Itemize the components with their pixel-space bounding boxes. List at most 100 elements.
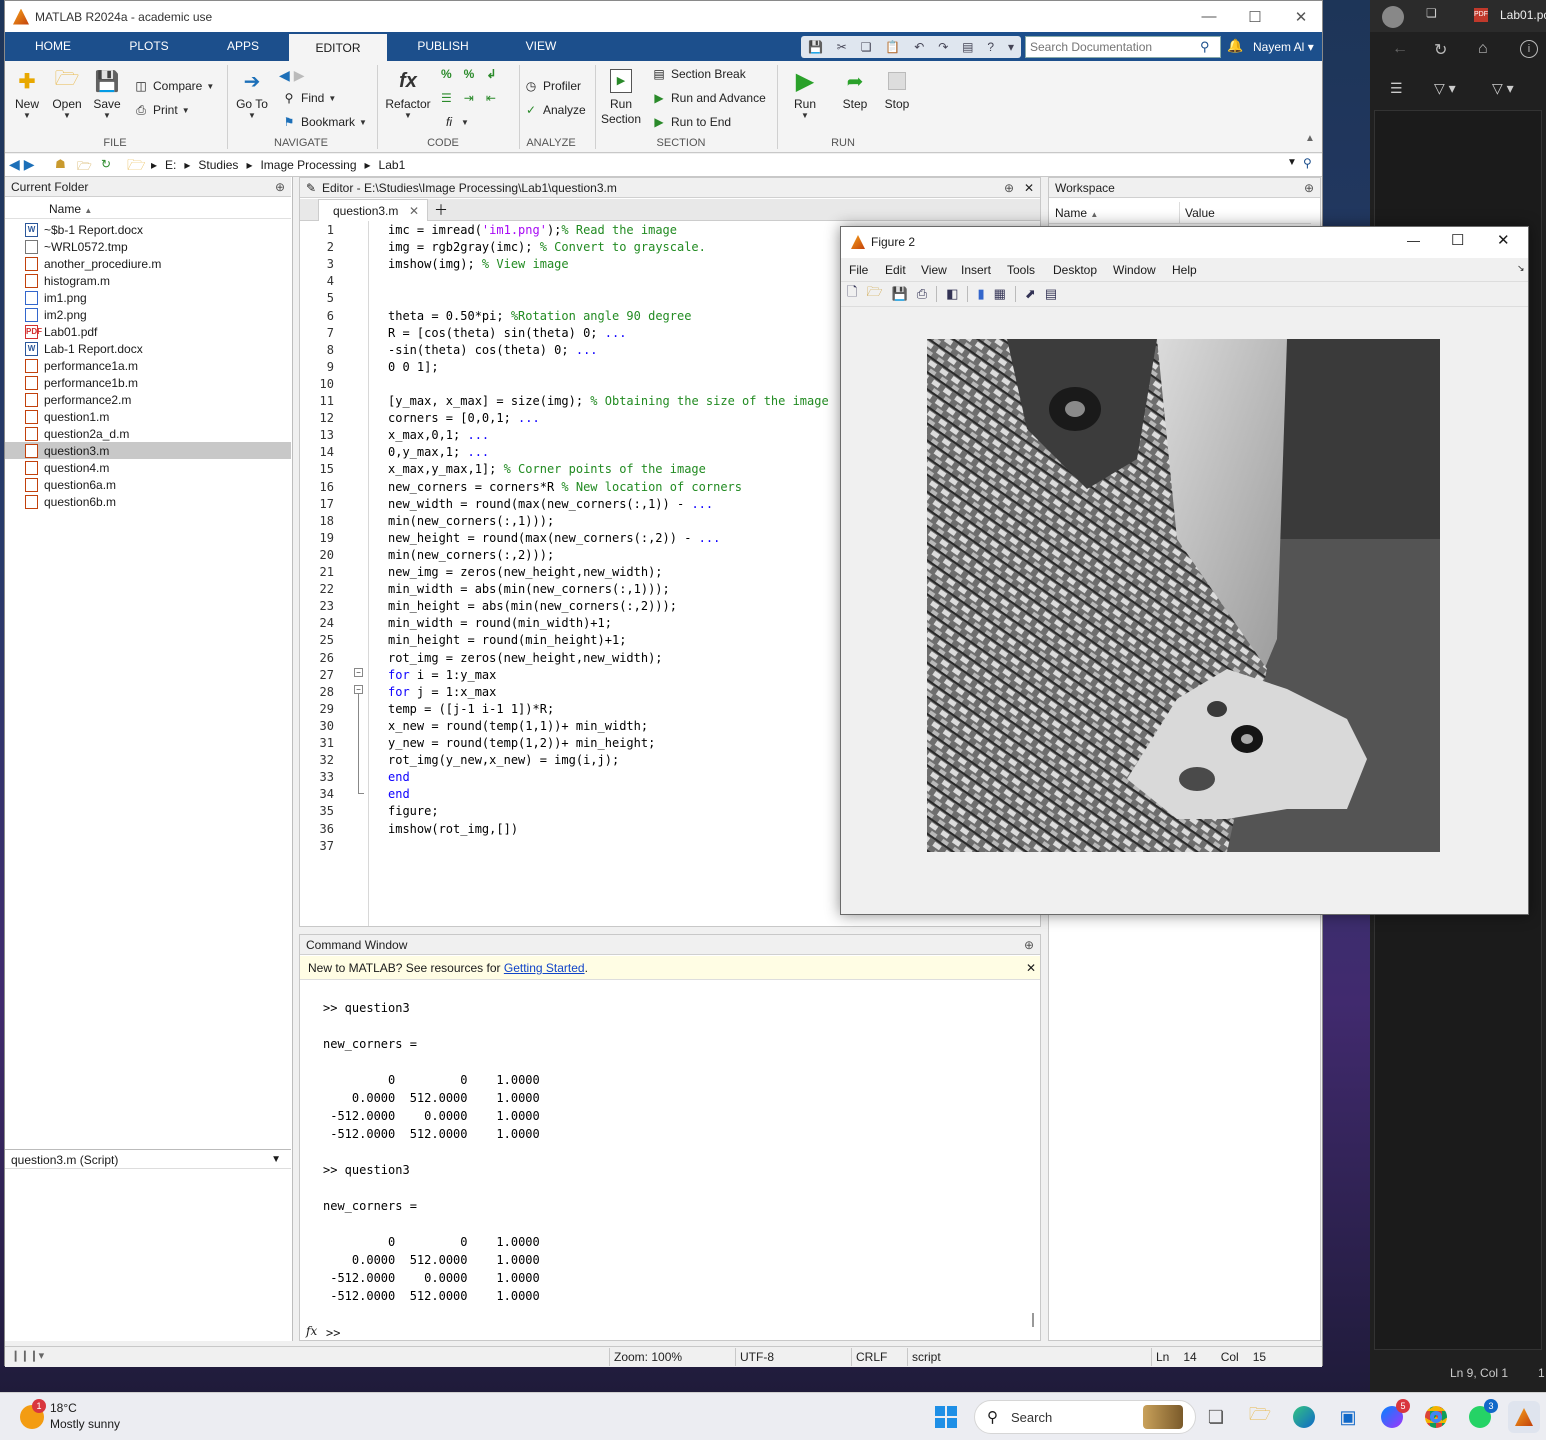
file-item[interactable]: question1.m: [5, 408, 291, 425]
crumb-lab1[interactable]: Lab1: [379, 158, 406, 172]
dock-arrow-icon[interactable]: ↘: [1517, 263, 1525, 274]
code-line[interactable]: rot_img(y_new,x_new) = img(i,j);: [388, 753, 619, 767]
file-item[interactable]: performance1a.m: [5, 357, 291, 374]
bookmark-button[interactable]: ⚑ Bookmark ▼: [281, 115, 367, 129]
file-item[interactable]: question6a.m: [5, 476, 291, 493]
tab-plots[interactable]: PLOTS: [117, 32, 181, 61]
compare-button[interactable]: ◫ Compare ▼: [133, 79, 214, 93]
taskbar-search[interactable]: ⚲ Search: [974, 1400, 1196, 1434]
home-icon[interactable]: ⌂: [1478, 40, 1488, 58]
code-line[interactable]: for i = 1:y_max: [388, 668, 496, 682]
smart-indent-icon[interactable]: ☰: [441, 91, 452, 105]
maximize-button[interactable]: ☐: [1232, 1, 1278, 32]
add-tab-icon[interactable]: ＋: [434, 200, 448, 220]
file-item[interactable]: histogram.m: [5, 272, 291, 289]
file-explorer-icon[interactable]: 🗁: [1244, 1401, 1276, 1433]
code-line[interactable]: 0 0 1];: [388, 360, 439, 374]
open-button[interactable]: 🗁 Open ▼: [47, 61, 87, 120]
menu-view[interactable]: View: [921, 263, 947, 277]
refresh-folder-icon[interactable]: ↻: [101, 157, 111, 171]
code-line[interactable]: min_height = abs(min(new_corners(:,2)));: [388, 599, 677, 613]
code-line[interactable]: min(new_corners(:,2)));: [388, 548, 554, 562]
file-item[interactable]: question6b.m: [5, 493, 291, 510]
code-line[interactable]: x_max,y_max,1]; % Corner points of the i…: [388, 462, 706, 476]
file-item[interactable]: W ~$b-1 Report.docx: [5, 221, 291, 238]
highlight-icon[interactable]: ▽ ▾: [1434, 80, 1456, 97]
search-icon[interactable]: ⚲: [1200, 39, 1210, 55]
tab-publish[interactable]: PUBLISH: [405, 32, 481, 61]
search-input[interactable]: [1030, 40, 1200, 54]
weather-widget[interactable]: 1 18°C Mostly sunny: [18, 1399, 158, 1435]
run-to-end-button[interactable]: ▶ Run to End: [651, 115, 731, 129]
collapse-ribbon-icon[interactable]: ▲: [1305, 133, 1315, 144]
code-line[interactable]: end: [388, 787, 410, 801]
code-line[interactable]: new_corners = corners*R % New location o…: [388, 480, 742, 494]
close-button[interactable]: ✕: [1278, 1, 1324, 32]
command-prompt[interactable]: >>: [326, 1326, 340, 1340]
nav-arrows[interactable]: ◀▶: [9, 156, 39, 173]
paste-icon[interactable]: 📋: [885, 40, 900, 54]
indent-icon[interactable]: ⇥: [464, 91, 474, 105]
property-editor-icon[interactable]: ▤: [1045, 286, 1057, 302]
draw-icon[interactable]: ▽ ▾: [1492, 80, 1514, 97]
print-icon[interactable]: ⎙: [917, 286, 927, 302]
code-line[interactable]: end: [388, 770, 410, 784]
file-item[interactable]: question2a_d.m: [5, 425, 291, 442]
code-line[interactable]: imshow(rot_img,[]): [388, 822, 518, 836]
save-icon[interactable]: 💾: [892, 286, 908, 302]
analyze-button[interactable]: ✓ Analyze: [523, 103, 586, 117]
cursor-icon[interactable]: ⬈: [1025, 286, 1036, 302]
colorbar-icon[interactable]: ▮: [977, 286, 984, 302]
tab-view[interactable]: VIEW: [511, 32, 571, 61]
task-view-icon[interactable]: ❏: [1200, 1401, 1232, 1433]
panel-menu-icon[interactable]: ⊕: [1304, 178, 1314, 198]
file-item[interactable]: im2.png: [5, 306, 291, 323]
menu-tools[interactable]: Tools: [1007, 263, 1035, 277]
run-and-advance-button[interactable]: ▶ Run and Advance: [651, 91, 765, 105]
panel-menu-icon[interactable]: ⊕: [1004, 178, 1014, 198]
refresh-icon[interactable]: ↻: [1434, 40, 1447, 60]
outdent-icon[interactable]: ⇤: [486, 91, 496, 105]
new-button[interactable]: ✚ New ▼: [7, 61, 47, 121]
panel-menu-icon[interactable]: ⊕: [275, 177, 285, 197]
workspace-col-name[interactable]: Name ▲: [1055, 202, 1098, 226]
refactor-button[interactable]: fx Refactor ▼: [383, 61, 433, 121]
redo-icon[interactable]: ↷: [938, 40, 948, 54]
file-item[interactable]: im1.png: [5, 289, 291, 306]
save-icon[interactable]: 💾: [808, 40, 823, 54]
contents-icon[interactable]: ☰: [1390, 80, 1403, 97]
code-line[interactable]: img = rgb2gray(imc); % Convert to graysc…: [388, 240, 706, 254]
legend-icon[interactable]: ▦: [994, 286, 1006, 302]
code-line[interactable]: min(new_corners(:,1)));: [388, 514, 554, 528]
menu-file[interactable]: File: [849, 263, 868, 277]
menu-edit[interactable]: Edit: [885, 263, 906, 277]
insert-function-button[interactable]: fi ▼: [441, 115, 469, 129]
code-tools[interactable]: %% ↲: [441, 67, 496, 81]
column-header-name[interactable]: Name ▲: [5, 199, 291, 219]
code-line[interactable]: temp = ([j-1 i-1 1])*R;: [388, 702, 554, 716]
profiler-button[interactable]: ◷ Profiler: [523, 79, 581, 93]
up-folder-icon[interactable]: ☗: [55, 157, 66, 171]
fx-icon[interactable]: fx: [306, 1324, 317, 1338]
save-button[interactable]: 💾 Save ▼: [87, 61, 127, 121]
code-line[interactable]: new_width = round(max(new_corners(:,1)) …: [388, 497, 713, 511]
link-plot-icon[interactable]: ◧: [946, 286, 958, 302]
file-item[interactable]: PDF Lab01.pdf: [5, 323, 291, 340]
workspaces-icon[interactable]: ❏: [1426, 6, 1437, 20]
dropdown-icon[interactable]: ▾: [1008, 40, 1014, 54]
edge-icon[interactable]: [1288, 1401, 1320, 1433]
code-line[interactable]: imc = imread('im1.png');% Read the image: [388, 223, 677, 237]
search-folder-icon[interactable]: ⚲: [1303, 156, 1312, 170]
minimize-button[interactable]: —: [1186, 1, 1232, 32]
file-item[interactable]: question3.m: [5, 442, 291, 459]
code-line[interactable]: y_new = round(temp(1,2))+ min_height;: [388, 736, 655, 750]
info-icon[interactable]: i: [1520, 40, 1538, 58]
run-button[interactable]: ▶ Run ▼: [785, 61, 825, 121]
chrome-icon[interactable]: [1420, 1401, 1452, 1433]
close-button[interactable]: ✕: [1497, 231, 1510, 249]
menu-window[interactable]: Window: [1113, 263, 1156, 277]
code-line[interactable]: new_img = zeros(new_height,new_width);: [388, 565, 663, 579]
matlab-taskbar-icon[interactable]: [1508, 1401, 1540, 1433]
store-icon[interactable]: ▣: [1332, 1401, 1364, 1433]
file-item[interactable]: another_procediure.m: [5, 255, 291, 272]
